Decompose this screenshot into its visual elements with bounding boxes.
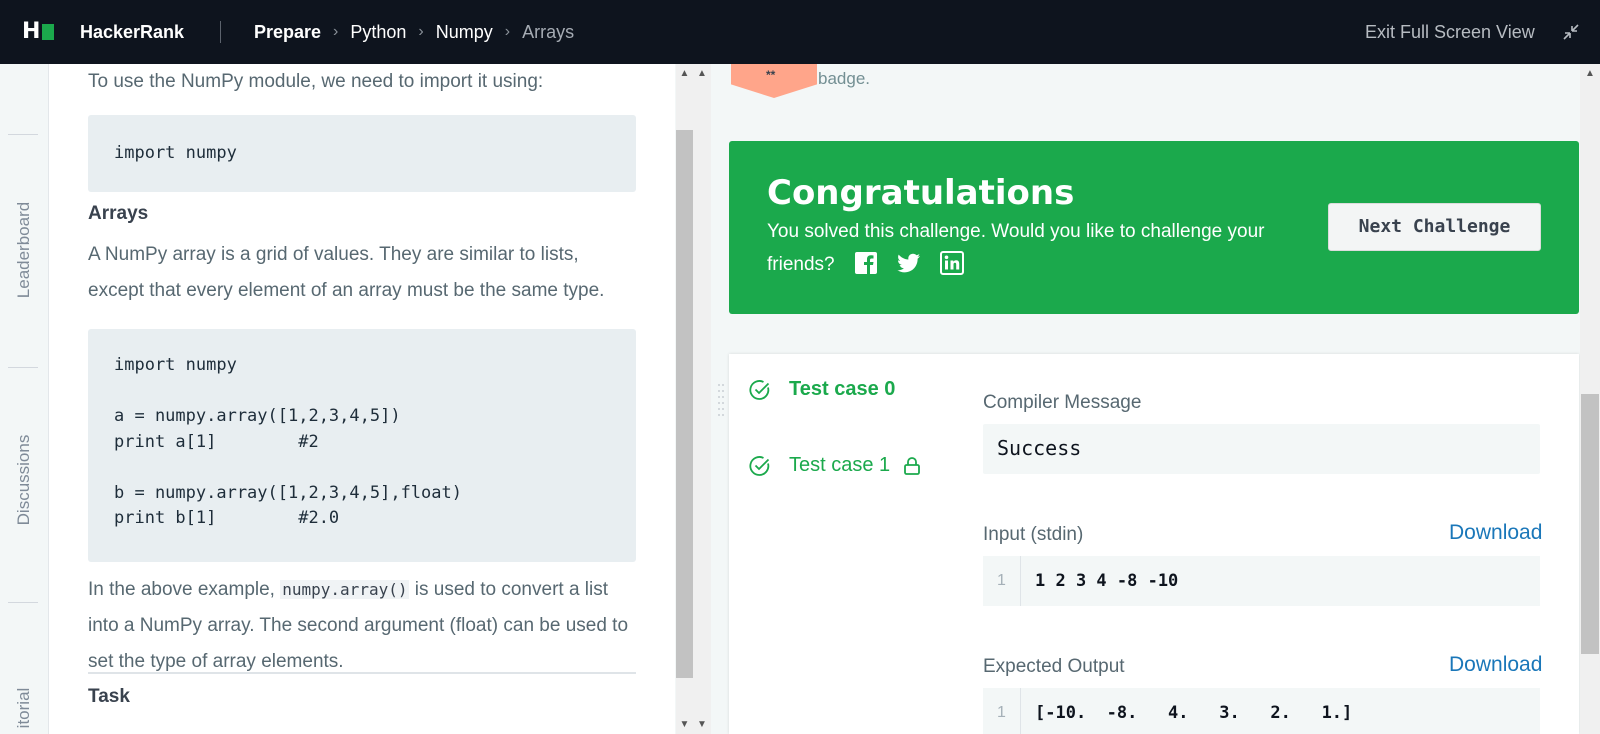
expected-output-label: Expected Output	[983, 656, 1125, 677]
input-value: 1 2 3 4 -8 -10	[1035, 571, 1179, 591]
congratulations-title: Congratulations	[767, 173, 1075, 213]
breadcrumb-prepare[interactable]: Prepare	[254, 19, 321, 45]
badge-stars: **	[766, 68, 776, 82]
task-heading: Task	[88, 686, 130, 707]
breadcrumb-numpy[interactable]: Numpy	[436, 19, 493, 45]
example-explanation: In the above example, numpy.array() is u…	[88, 572, 636, 680]
code-block-import: import numpy	[88, 115, 636, 192]
problem-scrollbar-thumb[interactable]	[676, 130, 693, 678]
input-label: Input (stdin)	[983, 524, 1084, 545]
code-array-example-text: import numpy a = numpy.array([1,2,3,4,5]…	[114, 355, 462, 528]
resize-grip-icon[interactable]	[717, 382, 725, 422]
congratulations-text: You solved this challenge. Would you lik…	[767, 221, 1265, 275]
nav-tab-discussions[interactable]: Discussions	[14, 435, 34, 526]
expected-output-value: [-10. -8. 4. 3. 2. 1.]	[1035, 703, 1353, 723]
compiler-message-label: Compiler Message	[983, 392, 1142, 413]
chevron-right-icon: ›	[333, 23, 339, 40]
breadcrumb-python[interactable]: Python	[350, 19, 406, 45]
expected-output-download-link[interactable]: Download	[1449, 653, 1542, 677]
nav-tab-editorial[interactable]: itorial	[14, 688, 34, 729]
line-number: 1	[983, 556, 1021, 606]
scroll-down-icon[interactable]: ▼	[676, 719, 693, 731]
example-text-pre: In the above example,	[88, 579, 275, 600]
brand-name[interactable]: HackerRank	[80, 20, 184, 44]
lock-icon	[904, 456, 921, 475]
congratulations-message: You solved this challenge. Would you lik…	[767, 215, 1297, 281]
exit-full-screen-link[interactable]: Exit Full Screen View	[1365, 20, 1535, 44]
nav-divider	[8, 134, 38, 135]
scroll-up-icon[interactable]: ▲	[693, 68, 711, 80]
input-box: 1 1 2 3 4 -8 -10	[983, 556, 1540, 606]
check-circle-icon	[749, 379, 770, 400]
breadcrumb-arrays: Arrays	[522, 22, 575, 42]
arrays-heading: Arrays	[88, 203, 149, 224]
input-download-link[interactable]: Download	[1449, 521, 1542, 545]
nav-tab-leaderboard[interactable]: Leaderboard	[14, 202, 34, 298]
scroll-down-icon[interactable]: ▼	[693, 719, 711, 731]
code-block-array-example: import numpy a = numpy.array([1,2,3,4,5]…	[88, 329, 636, 562]
nav-divider	[8, 602, 38, 603]
collapse-icon[interactable]	[1561, 22, 1581, 42]
arrays-description: A NumPy array is a grid of values. They …	[88, 244, 605, 301]
header-divider	[220, 21, 221, 43]
chevron-right-icon: ›	[418, 23, 424, 40]
results-scrollbar-thumb[interactable]	[1581, 394, 1599, 654]
test-results-panel: Test case 0 Test case 1 Compiler Message…	[729, 354, 1579, 734]
problem-scrollbar[interactable]: ▲ ▼	[676, 64, 693, 734]
inline-code-numpy-array: numpy.array()	[280, 580, 410, 599]
intro-text: To use the NumPy module, we need to impo…	[88, 71, 544, 92]
check-circle-icon	[749, 455, 770, 476]
side-tab-strip: Leaderboard Discussions itorial	[0, 64, 48, 734]
test-case-1-tab[interactable]: Test case 1	[749, 454, 922, 477]
expected-output-box: 1 [-10. -8. 4. 3. 2. 1.]	[983, 688, 1540, 734]
line-number: 1	[983, 688, 1021, 734]
section-divider	[88, 672, 636, 674]
compiler-message-box: Success	[983, 424, 1540, 474]
code-import-text: import numpy	[114, 143, 237, 163]
scroll-up-icon[interactable]: ▲	[676, 68, 693, 80]
nav-divider	[8, 367, 38, 368]
results-scrollbar[interactable]: ▲	[1580, 64, 1600, 734]
badge-text: badge.	[818, 69, 870, 88]
test-case-0-tab[interactable]: Test case 0	[749, 378, 895, 401]
compiler-message-value: Success	[997, 436, 1082, 460]
test-case-1-label: Test case 1	[789, 454, 891, 476]
top-bar: H HackerRank Prepare › Python › Numpy › …	[0, 0, 1600, 64]
twitter-icon[interactable]	[897, 251, 921, 275]
breadcrumb: Prepare › Python › Numpy › Arrays	[254, 19, 574, 45]
hackerrank-logo[interactable]: H	[22, 21, 56, 43]
test-case-0-label: Test case 0	[789, 378, 896, 400]
scroll-up-icon[interactable]: ▲	[1580, 68, 1600, 80]
facebook-icon[interactable]	[854, 251, 878, 275]
splitter-scrollbar[interactable]: ▲ ▼	[693, 64, 711, 734]
problem-statement-panel: To use the NumPy module, we need to impo…	[49, 64, 675, 734]
chevron-right-icon: ›	[504, 23, 511, 40]
next-challenge-button[interactable]: Next Challenge	[1328, 203, 1541, 251]
congratulations-banner: Congratulations You solved this challeng…	[729, 141, 1579, 314]
linkedin-icon[interactable]	[940, 251, 965, 275]
